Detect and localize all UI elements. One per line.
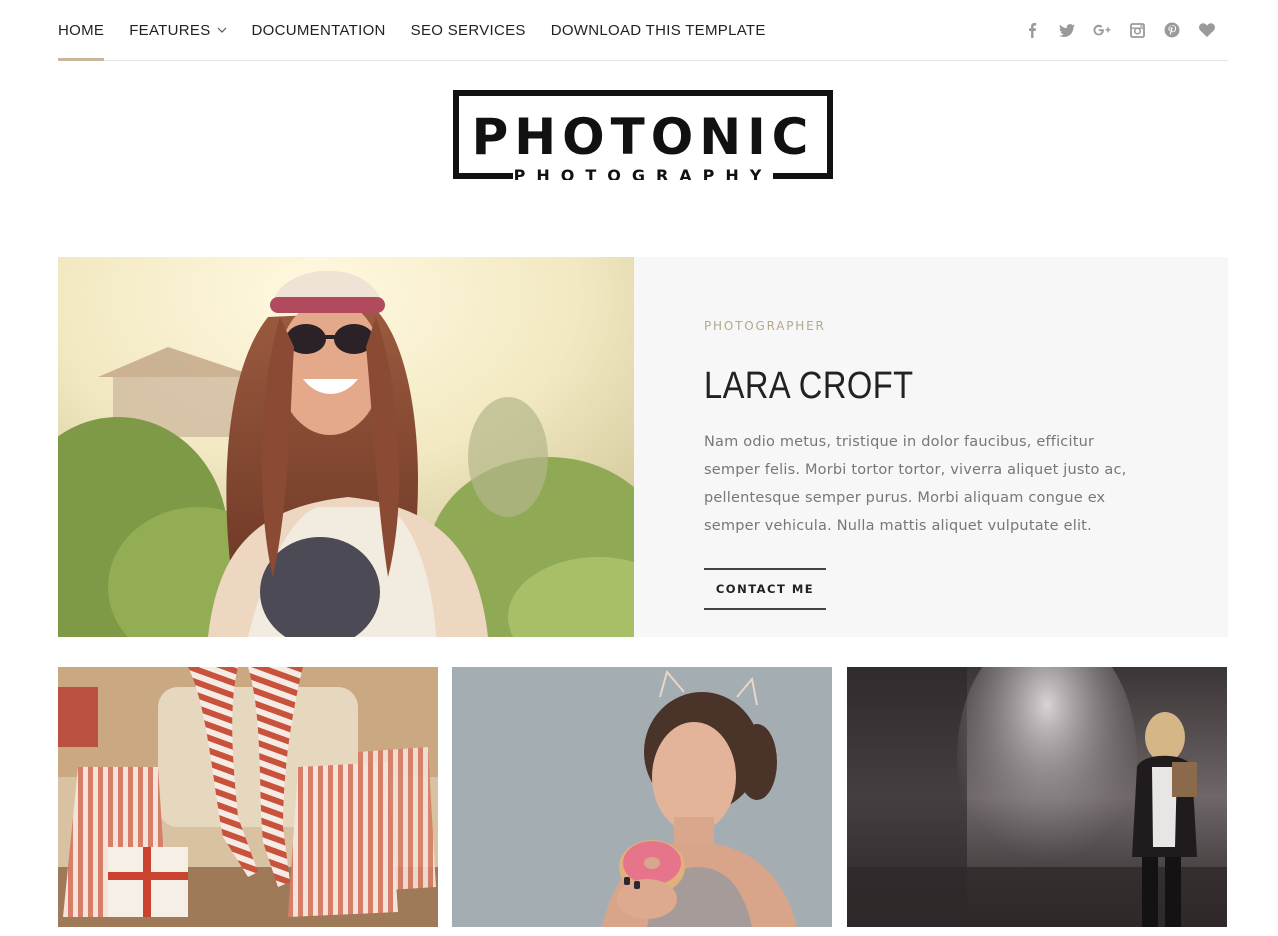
heart-icon[interactable] [1198, 21, 1216, 39]
facebook-icon[interactable] [1023, 21, 1041, 39]
hero-bio: Nam odio metus, tristique in dolor fauci… [704, 434, 1127, 534]
nav-features-label: FEATURES [129, 21, 211, 39]
gallery [58, 667, 1228, 927]
nav-home[interactable]: HOME [58, 0, 105, 61]
gallery-photo-woman-donut[interactable] [452, 667, 832, 927]
nav-seo-services-label: SEO SERVICES [410, 21, 526, 39]
nav-download-template-label: DOWNLOAD THIS TEMPLATE [550, 21, 766, 39]
contact-me-button[interactable]: CONTACT ME [704, 568, 826, 610]
nav-seo-services[interactable]: SEO SERVICES [411, 0, 526, 60]
nav-download-template[interactable]: DOWNLOAD THIS TEMPLATE [551, 0, 766, 60]
hero-name: LARA CROFT [704, 365, 914, 407]
hero-photo [58, 257, 634, 637]
nav-features[interactable]: FEATURES [129, 0, 226, 60]
main-menu: HOME FEATURES DOCUMENTATION SEO SERVICES… [58, 0, 791, 61]
logo-subtitle: PHOTOGRAPHY [514, 166, 773, 180]
logo-title: PHOTONIC [472, 108, 815, 166]
hero-eyebrow: PHOTOGRAPHER [704, 319, 826, 333]
gallery-photo-striped-stockings[interactable] [58, 667, 438, 927]
pinterest-icon[interactable] [1163, 21, 1181, 39]
nav-documentation-label: DOCUMENTATION [251, 21, 386, 39]
instagram-icon[interactable] [1128, 21, 1146, 39]
top-nav: HOME FEATURES DOCUMENTATION SEO SERVICES… [58, 0, 1228, 61]
hero-section: PHOTOGRAPHER LARA CROFT Nam odio metus, … [58, 257, 1228, 637]
twitter-icon[interactable] [1058, 21, 1076, 39]
page: HOME FEATURES DOCUMENTATION SEO SERVICES… [0, 0, 1278, 936]
google-plus-icon[interactable] [1093, 21, 1111, 39]
site-logo[interactable]: PHOTONIC PHOTOGRAPHY [453, 90, 833, 180]
chevron-down-icon [217, 25, 227, 35]
social-links [1023, 0, 1216, 60]
nav-documentation[interactable]: DOCUMENTATION [252, 0, 386, 60]
nav-home-label: HOME [58, 21, 105, 39]
gallery-photo-waterfall-photographer[interactable] [847, 667, 1227, 927]
